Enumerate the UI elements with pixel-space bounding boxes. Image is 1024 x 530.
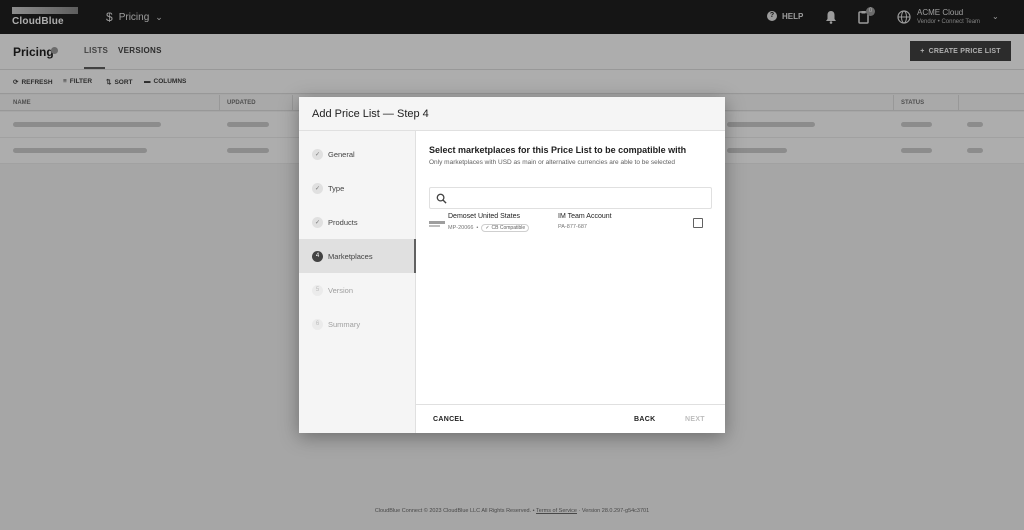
search-input[interactable] [452,191,707,206]
step-number: 5 [312,284,323,296]
step-label: Version [328,285,354,295]
marketplace-name: Demoset United States [448,213,520,220]
marketplace-id: MP-20066 [448,225,474,231]
marketplace-meta: MP-20066 • ✓ CB Compatible [448,224,530,232]
step-summary: 6 Summary [299,307,416,341]
step-general[interactable]: ✓ General [299,137,416,171]
step-marketplaces[interactable]: 4 Marketplaces [299,239,416,273]
dialog-actions: CANCEL BACK NEXT [416,404,725,433]
wizard-steps: ✓ General ✓ Type ✓ Products 4 Marketplac… [299,131,416,433]
step-label: General [328,149,355,159]
step-version: 5 Version [299,273,416,307]
search-icon [436,193,447,204]
dialog-content: Select marketplaces for this Price List … [416,131,725,404]
bullet-separator: • [476,225,479,231]
account-name: IM Team Account [558,213,612,220]
step-label: Summary [328,319,361,329]
next-button: NEXT [685,416,705,423]
check-icon: ✓ [312,182,323,194]
check-icon: ✓ [312,216,323,228]
step-number: 6 [312,318,323,330]
step-label: Products [328,217,358,227]
back-button[interactable]: BACK [634,416,655,423]
check-icon: ✓ [312,148,323,160]
step-label: Marketplaces [328,251,373,261]
step-type[interactable]: ✓ Type [299,171,416,205]
marketplace-search[interactable] [429,187,712,209]
add-price-list-dialog: Add Price List — Step 4 ✓ General ✓ Type… [299,97,725,433]
step-number: 4 [312,250,323,262]
marketplaces-subheading: Only marketplaces with USD as main or al… [429,159,676,166]
cb-compatible-badge: ✓ CB Compatible [481,224,530,232]
step-products[interactable]: ✓ Products [299,205,416,239]
step-label: Type [328,183,345,193]
check-icon: ✓ [485,224,490,231]
badge-label: CB Compatible [491,224,526,231]
dialog-title: Add Price List — Step 4 [299,97,725,131]
account-id: PA-877-687 [558,224,587,230]
marketplace-list-item[interactable]: Demoset United States MP-20066 • ✓ CB Co… [429,211,712,235]
cancel-button[interactable]: CANCEL [433,416,464,423]
marketplaces-heading: Select marketplaces for this Price List … [429,145,687,155]
us-flag-icon [429,221,445,227]
marketplace-checkbox[interactable] [693,218,703,228]
